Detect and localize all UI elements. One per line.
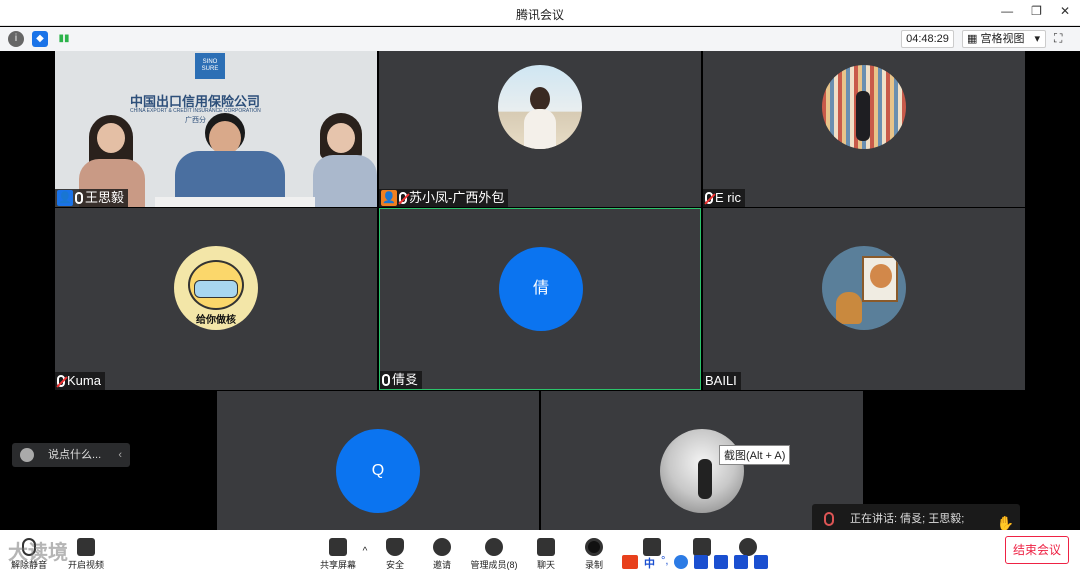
security-label: 安全 [385,560,404,570]
signal-icon[interactable]: ▮▮ [56,31,72,47]
meeting-toolbar: i ◆ ▮▮ 04:48:29 ▦ 宫格视图 ▾ ⛶ [0,27,1080,51]
avatar-cat-painting [822,246,906,330]
start-video-label: 开启视频 [67,560,104,570]
control-bar: 解除静音 开启视频 共享屏幕 ^ 安全 邀请 管理成员(8) 聊天 录制 [0,530,1080,571]
meeting-clock: 04:48:29 [901,30,954,48]
share-screen-icon [329,538,347,556]
manage-members-label: 管理成员(8) [470,560,518,570]
record-label: 录制 [584,560,603,570]
person-right-face [327,123,355,153]
participant-name: E ric [715,190,741,205]
company-sign-en: CHINA EXPORT & CREDIT INSURANCE CORPORAT… [130,108,261,114]
avatar-ink-painting [660,429,744,513]
title-bar: 腾讯会议 — ❐ ✕ [0,0,1080,26]
cohost-icon: 👤 [381,190,397,206]
participant-tile-eric[interactable]: E ric [703,51,1025,207]
nameplate: 倩㕛 [380,371,423,389]
watermark: 大读境 [8,542,68,564]
toolbox-icon[interactable] [754,555,769,569]
participant-name: BAILI [705,373,737,388]
screenshot-tooltip: 截图(Alt + A) [719,445,791,465]
members-icon [485,538,503,556]
add-user-icon [433,538,451,556]
mic-muted-icon [399,192,407,204]
camera-icon [77,538,95,556]
speaking-text: 正在讲话: 倩㕛; 王思毅; [850,513,965,525]
sinosure-logo: SINO SURE [195,53,225,79]
person-right-body [313,155,377,207]
voice-icon[interactable] [694,555,709,569]
shield-icon[interactable]: ◆ [32,31,48,47]
participant-name: Kuma [67,373,101,388]
participant-name: 苏小凤-广西外包 [409,190,505,205]
sticker-text: 给你做核 [196,315,236,326]
participant-tile-wangsiyi[interactable]: SINO SURE 中国出口信用保险公司 CHINA EXPORT & CRED… [55,51,377,207]
ime-punct[interactable]: °, [661,555,668,569]
share-screen-button[interactable]: 共享屏幕 [318,538,358,571]
nameplate: 👤 王思毅 [55,189,129,207]
restore-button[interactable]: ❐ [1031,4,1042,18]
person-left-face [97,123,125,153]
sogou-icon[interactable] [622,555,638,569]
ime-toolbar: 中 °, [622,553,769,571]
end-meeting-button[interactable]: 结束会议 [1005,536,1069,564]
minimize-button[interactable]: — [1001,4,1013,18]
view-mode-label: 宫格视图 [980,33,1025,45]
avatar-letter: 倩 [499,247,583,331]
view-mode-dropdown[interactable]: ▦ 宫格视图 ▾ [962,30,1046,48]
avatar-bookshelf-photo [822,65,906,149]
close-button[interactable]: ✕ [1060,4,1070,18]
manage-members-button[interactable]: 管理成员(8) [468,538,520,571]
person-center-face [209,121,241,155]
grid-icon: ▦ [967,33,981,45]
chat-placeholder: 说点什么... [48,449,102,461]
fullscreen-icon[interactable]: ⛶ [1054,31,1070,47]
security-button[interactable]: 安全 [382,538,408,571]
keyboard-icon[interactable] [714,555,729,569]
participant-tile-kuma[interactable]: 给你做核 Kuma [55,208,377,390]
avatar-cartoon-sticker: 给你做核 [174,246,258,330]
participant-name: 倩㕛 [392,372,419,387]
mic-muted-icon [57,375,65,387]
participant-tile-qian[interactable]: 倩 倩㕛 [379,208,701,390]
shield-icon [386,538,404,556]
chat-label: 聊天 [536,560,555,570]
nameplate: BAILI [703,372,741,390]
share-screen-label: 共享屏幕 [319,560,356,570]
mic-icon [824,512,834,526]
collapse-chevron-icon[interactable]: ‹ [118,443,122,467]
host-icon: 👤 [57,190,73,206]
nameplate: E ric [703,189,745,207]
emoji-icon[interactable] [20,448,34,462]
mic-muted-icon [705,192,713,204]
start-video-button[interactable]: 开启视频 [66,538,106,571]
nameplate: 👤 苏小凤-广西外包 [379,189,509,207]
chat-bubble-icon [537,538,555,556]
chat-button[interactable]: 聊天 [534,538,558,571]
mic-icon [382,374,390,386]
emoji-icon[interactable] [674,555,689,569]
record-icon [585,538,603,556]
participant-tile-suxiaofeng[interactable]: 👤 苏小凤-广西外包 [379,51,701,207]
company-branch-sign: 广西分 [185,117,206,124]
record-button[interactable]: 录制 [582,538,606,571]
participant-name: 王思毅 [85,190,125,205]
nameplate: Kuma [55,372,105,390]
invite-label: 邀请 [432,560,451,570]
mic-icon [75,192,83,204]
avatar-letter: Q [336,429,420,513]
ime-mode-zh[interactable]: 中 [644,555,655,570]
table [155,197,315,207]
video-grid: SINO SURE 中国出口信用保险公司 CHINA EXPORT & CRED… [0,51,1080,530]
invite-button[interactable]: 邀请 [428,538,456,571]
avatar-beach-photo [498,65,582,149]
caret-down-icon: ▾ [1034,33,1040,45]
participant-tile-q[interactable]: Q [217,391,539,530]
window-title: 腾讯会议 [515,8,564,22]
info-icon[interactable]: i [8,31,24,47]
chat-input[interactable]: 说点什么... ‹ [12,443,130,467]
share-caret-icon[interactable]: ^ [360,546,370,557]
participant-tile-baili[interactable]: BAILI [703,208,1025,390]
skin-icon[interactable] [734,555,749,569]
